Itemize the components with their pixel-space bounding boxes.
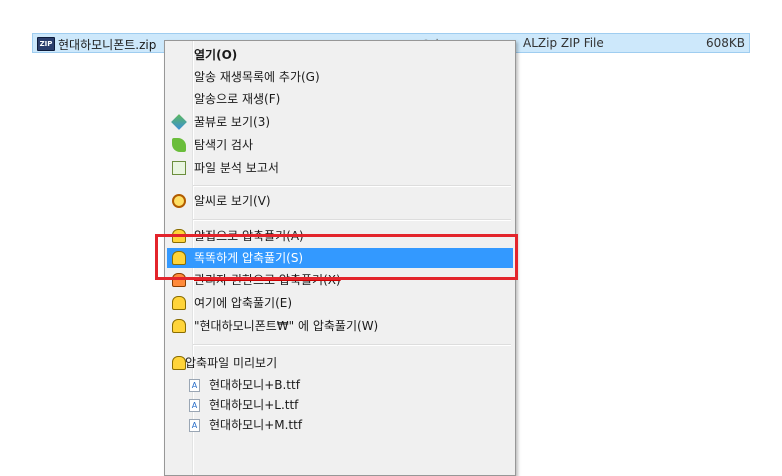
menu-item-alsee-view[interactable]: 알씨로 보기(V) bbox=[167, 191, 513, 211]
menu-item-alsong-playlist[interactable]: 알송 재생목록에 추가(G) bbox=[167, 67, 513, 87]
menu-item-label: "현대하모니폰트₩" 에 압축풀기(W) bbox=[194, 319, 379, 333]
highlight-annotation-frame bbox=[155, 234, 518, 280]
alsee-icon bbox=[172, 194, 186, 208]
menu-separator bbox=[193, 219, 511, 221]
preview-file-item[interactable]: A 현대하모니+B.ttf bbox=[167, 375, 513, 395]
extract-icon bbox=[172, 319, 186, 333]
zip-file-icon: ZIP bbox=[37, 37, 55, 51]
report-icon bbox=[172, 161, 186, 175]
menu-item-extract-to-folder[interactable]: "현대하모니폰트₩" 에 압축풀기(W) bbox=[167, 316, 513, 336]
font-file-icon: A bbox=[189, 419, 200, 432]
font-file-icon: A bbox=[189, 399, 200, 412]
menu-item-alsong-play[interactable]: 알송으로 재생(F) bbox=[167, 89, 513, 109]
honeyview-icon bbox=[171, 114, 187, 130]
file-name: 현대하모니폰트.zip bbox=[58, 38, 157, 52]
preview-file-label: 현대하모니+B.ttf bbox=[209, 378, 300, 392]
menu-item-explorer-scan[interactable]: 탐색기 검사 bbox=[167, 135, 513, 155]
menu-item-label: 알송으로 재생(F) bbox=[194, 92, 281, 106]
menu-item-honeyview[interactable]: 꿀뷰로 보기(3) bbox=[167, 112, 513, 132]
menu-item-label: 꿀뷰로 보기(3) bbox=[194, 115, 271, 129]
preview-file-label: 현대하모니+L.ttf bbox=[209, 398, 299, 412]
menu-item-label: 알송 재생목록에 추가(G) bbox=[194, 70, 320, 84]
preview-file-item[interactable]: A 현대하모니+M.ttf bbox=[167, 415, 513, 435]
preview-file-label: 현대하모니+M.ttf bbox=[209, 418, 303, 432]
file-size: 608KB bbox=[705, 36, 745, 50]
preview-file-item[interactable]: A 현대하모니+L.ttf bbox=[167, 395, 513, 415]
preview-icon bbox=[172, 356, 186, 370]
menu-item-label: 알씨로 보기(V) bbox=[194, 194, 271, 208]
scan-icon bbox=[172, 138, 186, 152]
menu-item-open[interactable]: 열기(O) bbox=[167, 45, 513, 65]
menu-item-label: 열기(O) bbox=[194, 48, 238, 62]
extract-icon bbox=[172, 296, 186, 310]
menu-item-extract-here[interactable]: 여기에 압축풀기(E) bbox=[167, 293, 513, 313]
menu-item-label: 탐색기 검사 bbox=[194, 138, 254, 152]
menu-item-analysis-report[interactable]: 파일 분석 보고서 bbox=[167, 158, 513, 178]
file-type: ALZip ZIP File bbox=[523, 36, 604, 50]
menu-item-label: 여기에 압축풀기(E) bbox=[194, 296, 293, 310]
font-file-icon: A bbox=[189, 379, 200, 392]
menu-separator bbox=[193, 185, 511, 187]
menu-separator bbox=[193, 344, 511, 346]
menu-item-label: 파일 분석 보고서 bbox=[194, 161, 279, 175]
menu-item-archive-preview[interactable]: 압축파일 미리보기 bbox=[167, 353, 513, 373]
menu-item-label: 압축파일 미리보기 bbox=[185, 356, 278, 370]
